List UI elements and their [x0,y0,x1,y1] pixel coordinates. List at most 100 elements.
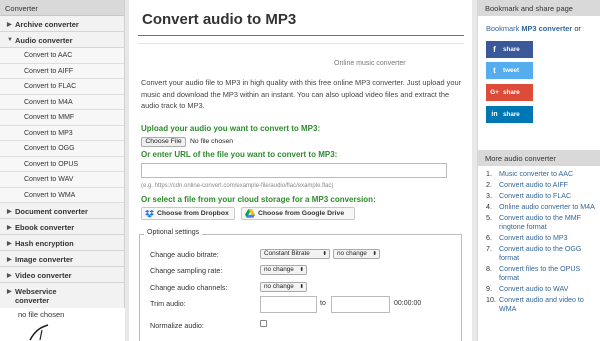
bookmark-text: Bookmark MP3 converter or [486,24,581,33]
normalize-label: Normalize audio: [150,321,204,330]
share-label: share [503,111,520,118]
sampling-label: Change sampling rate: [150,266,223,275]
intro-text: Convert your audio file to MP3 in high q… [141,78,462,110]
sidebar-item-video[interactable]: ▶ Video converter [0,267,124,283]
dropbox-icon [145,209,154,218]
google-drive-icon [245,209,255,218]
dropbox-button-label: Choose from Dropbox [157,210,229,217]
bitrate-value: no change [337,250,367,257]
sidebar-subitem-opus[interactable]: Convert to OPUS [0,156,124,172]
bookmark-prefix: Bookmark [486,24,522,33]
optional-settings-legend: Optional settings [144,229,203,236]
sidebar-subitem-aac[interactable]: Convert to AAC [0,48,124,64]
bitrate-mode-value: Constant Bitrate [264,250,310,257]
sidebar-item-label: Document converter [15,207,88,216]
expand-arrow-icon: ▶ [7,241,12,247]
sidebar-subitem-m4a[interactable]: Convert to M4A [0,94,124,110]
list-item[interactable]: 2. Convert audio to AIFF [486,181,598,190]
main-content: Convert audio to MP3 Online music conver… [129,0,472,341]
url-input[interactable] [141,163,447,178]
expand-arrow-icon: ▶ [7,257,12,263]
sidebar-subitem-mmf[interactable]: Convert to MMF [0,110,124,126]
facebook-share-button[interactable]: f share [486,41,533,58]
sidebar-item-label: Archive converter [15,20,79,29]
list-item[interactable]: 1. Music converter to AAC [486,170,598,179]
normalize-checkbox[interactable] [260,320,267,327]
bookmark-header: Bookmark and share page [478,0,600,16]
facebook-icon: f [493,45,496,54]
sidebar-item-hash[interactable]: ▶ Hash encryption [0,235,124,251]
tweet-label: tweet [503,67,520,74]
sidebar-item-document[interactable]: ▶ Document converter [0,203,124,219]
list-item[interactable]: 7. Convert audio to the OGG format [486,245,598,264]
sidebar-item-webservice[interactable]: ▶ Webservice converter [0,283,124,311]
sidebar-footer-note: no file chosen [18,310,65,319]
sidebar-item-ebook[interactable]: ▶ Ebook converter [0,219,124,235]
twitter-tweet-button[interactable]: t tweet [486,62,533,79]
linkedin-icon: in [491,111,498,118]
choose-file-button[interactable]: Choose File [141,137,186,147]
list-item[interactable]: 5. Convert audio to the MMF ringtone form… [486,214,598,233]
sidebar-item-label: Ebook converter [15,223,75,232]
expand-arrow-icon: ▶ [7,22,12,28]
twitter-icon: t [493,66,496,75]
bookmark-suffix: or [572,24,581,33]
sidebar-subitem-flac[interactable]: Convert to FLAC [0,79,124,95]
select-arrow-icon: ⬍ [372,251,377,257]
bookmark-link[interactable]: MP3 converter [521,24,572,33]
sidebar-item-image[interactable]: ▶ Image converter [0,251,124,267]
sidebar-subitem-ogg[interactable]: Convert to OGG [0,141,124,157]
no-file-chosen-text: No file chosen [190,138,234,145]
more-converters-list: 1. Music converter to AAC 2. Convert audio… [486,170,598,316]
sidebar-item-label: Video converter [15,271,72,280]
trim-label: Trim audio: [150,299,186,308]
sidebar-item-audio[interactable]: ▼ Audio converter [0,32,124,48]
list-item[interactable]: 4. Online audio converter to M4A [486,203,598,212]
sidebar-item-label: Image converter [15,255,73,264]
linkedin-share-button[interactable]: in share [486,106,533,123]
google-plus-icon: G+ [490,89,499,96]
bitrate-value-select[interactable]: no change ⬍ [333,249,380,259]
sidebar-subitem-mp3[interactable]: Convert to MP3 [0,125,124,141]
sampling-select[interactable]: no change ⬍ [260,265,307,275]
trim-end-input[interactable] [331,296,390,313]
sidebar-subitem-wma[interactable]: Convert to WMA [0,187,124,203]
url-example: (e.g. https://cdn.online-convert.com/exa… [141,183,334,189]
list-item[interactable]: 8. Convert files to the OPUS format [486,265,598,284]
bitrate-mode-select[interactable]: Constant Bitrate ⬍ [260,249,330,259]
expand-arrow-icon: ▶ [7,289,12,295]
expand-arrow-icon: ▶ [7,273,12,279]
sidebar-subitem-aiff[interactable]: Convert to AIFF [0,63,124,79]
list-item[interactable]: 9. Convert audio to WAV [486,285,598,294]
upload-heading: Upload your audio you want to convert to… [141,124,321,133]
right-sidebar: Bookmark and share page Bookmark MP3 con… [477,0,600,341]
cloud-heading: Or select a file from your cloud storage… [141,195,376,204]
channels-label: Change audio channels: [150,283,228,292]
more-converters-header: More audio converter [478,150,600,166]
expand-arrow-icon: ▶ [7,209,12,215]
sidebar-subitem-wav[interactable]: Convert to WAV [0,172,124,188]
google-drive-button[interactable]: Choose from Google Drive [241,207,355,220]
dropbox-button[interactable]: Choose from Dropbox [141,207,235,220]
select-arrow-icon: ⬍ [322,251,327,257]
share-label: share [503,89,520,96]
trim-start-input[interactable] [260,296,317,313]
sidebar-item-label: Webservice converter [15,287,57,305]
tagline: Online music converter [334,60,406,67]
google-plus-share-button[interactable]: G+ share [486,84,533,101]
list-item[interactable]: 3. Convert audio to FLAC [486,192,598,201]
bitrate-label: Change audio bitrate: [150,250,219,259]
list-item[interactable]: 10. Convert audio and video to WMA [486,296,598,315]
sidebar-item-archive[interactable]: ▶ Archive converter [0,16,124,32]
channels-select[interactable]: no change ⬍ [260,282,307,292]
channels-value: no change [264,283,294,290]
select-arrow-icon: ⬍ [299,284,304,290]
page-title: Convert audio to MP3 [142,11,297,28]
sidebar-item-label: Hash encryption [15,239,74,248]
sidebar-item-label: Audio converter [15,36,73,45]
sidebar-header: Converter [0,0,124,16]
google-drive-button-label: Choose from Google Drive [258,210,345,217]
url-heading: Or enter URL of the file you want to con… [141,150,338,159]
list-item[interactable]: 6. Convert audio to MP3 [486,234,598,243]
music-note-icon [29,324,49,341]
